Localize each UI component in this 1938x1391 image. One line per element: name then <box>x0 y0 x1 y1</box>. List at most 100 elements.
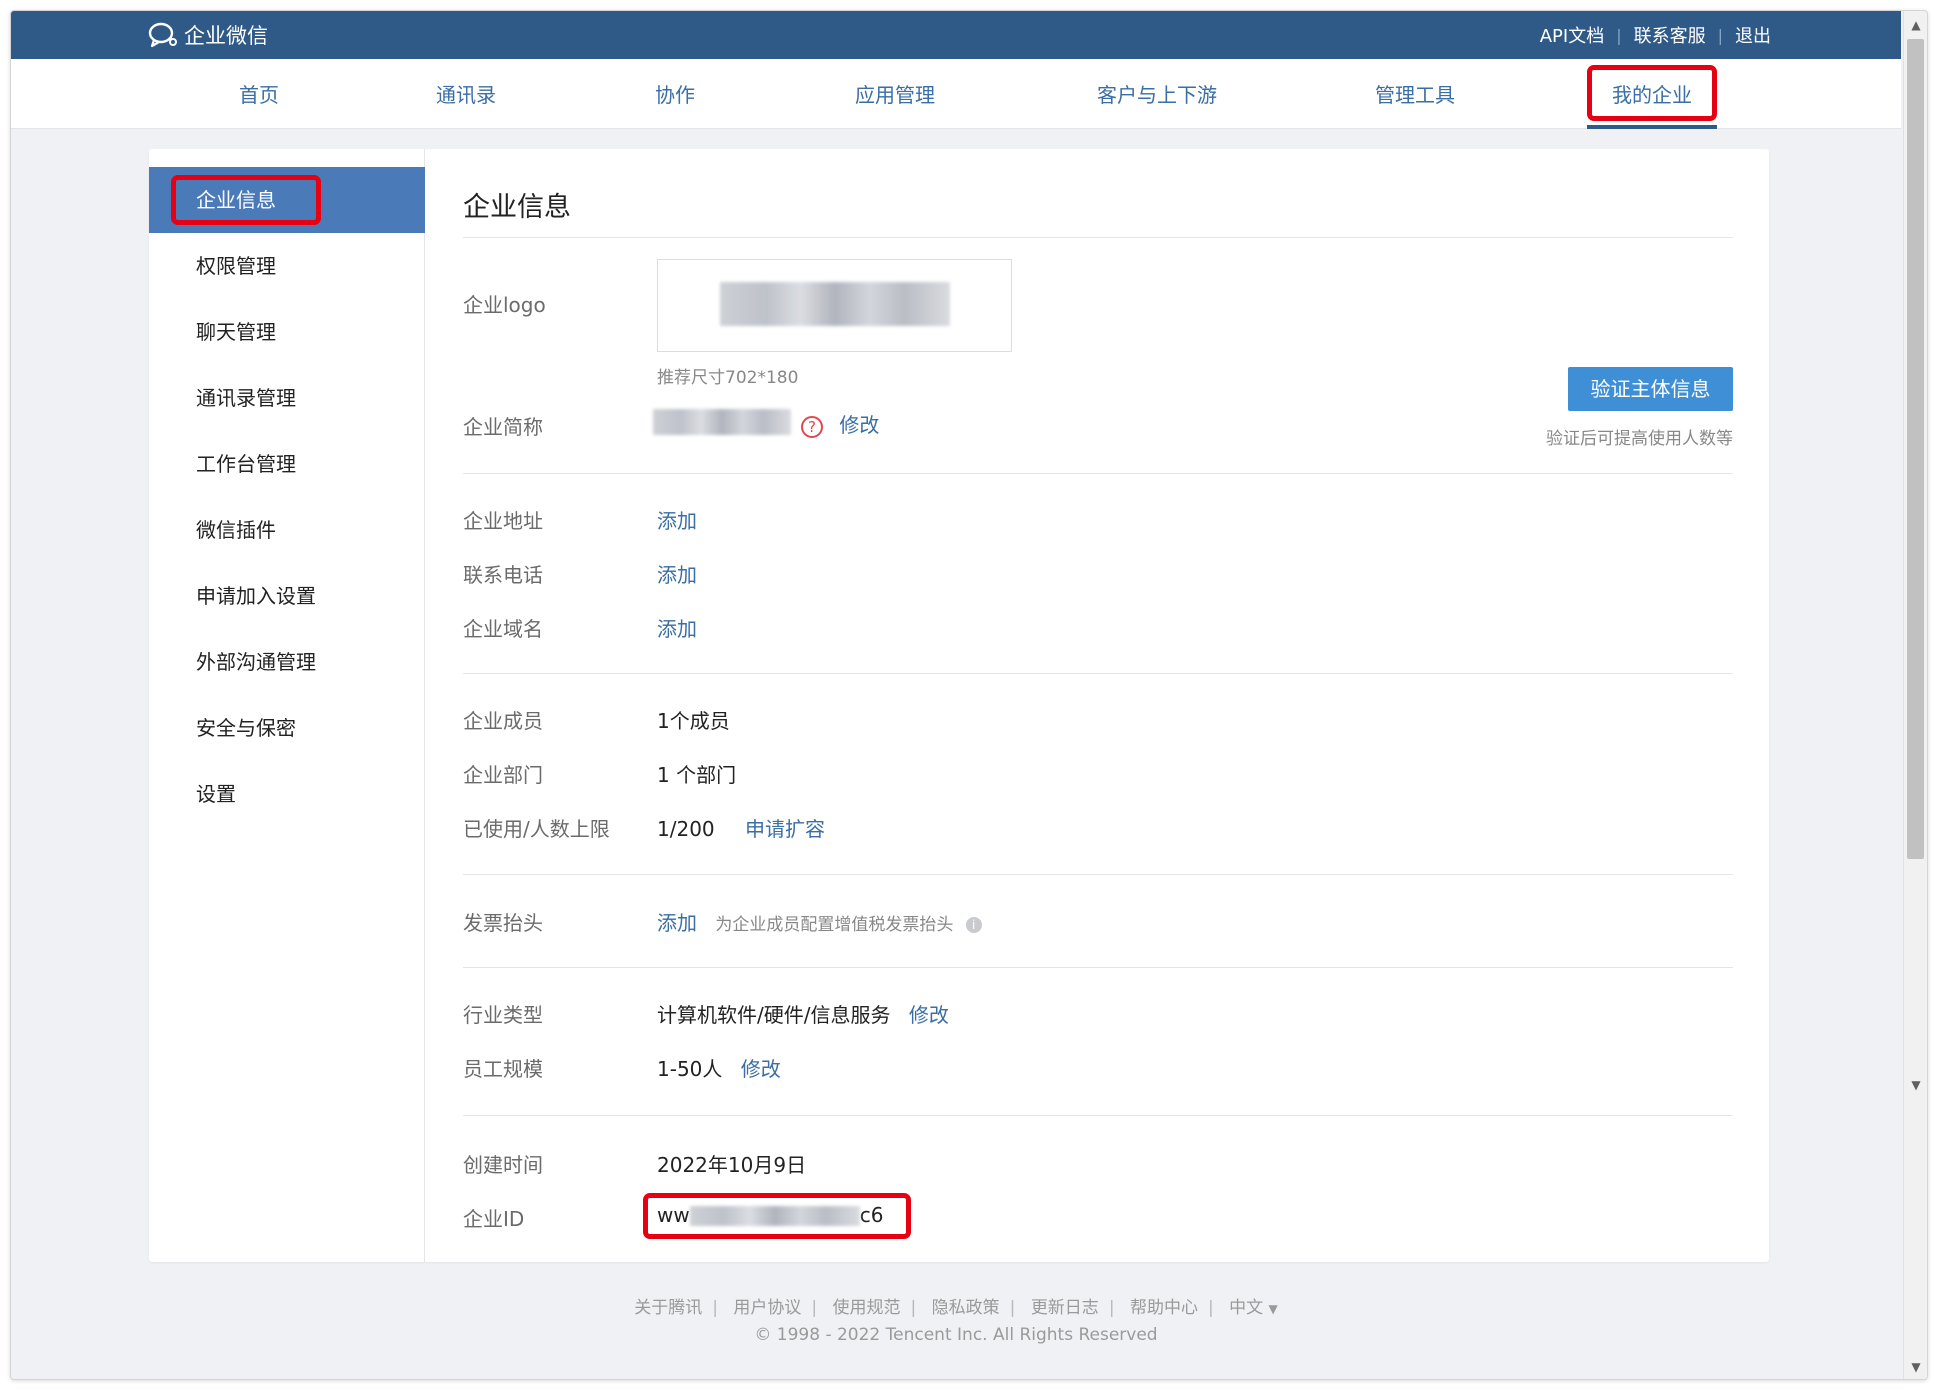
brand-logo[interactable]: 企业微信 <box>148 21 268 49</box>
add-address-link[interactable]: 添加 <box>657 505 697 534</box>
corp-id-value[interactable]: ww c6 <box>657 1203 883 1227</box>
industry-label: 行业类型 <box>463 1003 543 1027</box>
language-selector[interactable]: 中文 ▼ <box>1229 1298 1278 1318</box>
members-value: 1个成员 <box>657 709 730 733</box>
nav-management-tools[interactable]: 管理工具 <box>1365 59 1465 129</box>
logo-size-hint: 推荐尺寸702*180 <box>657 368 799 388</box>
members-label: 企业成员 <box>463 709 543 733</box>
sidebar: 企业信息 权限管理 聊天管理 通讯录管理 工作台管理 微信插件 申请加入设置 外… <box>149 149 425 1262</box>
blurred-logo <box>720 282 950 326</box>
edit-scale-link[interactable]: 修改 <box>741 1057 781 1081</box>
top-links: API文档 | 联系客服 | 退出 <box>1540 11 1771 59</box>
departments-label: 企业部门 <box>463 763 543 787</box>
usage-value: 1/200 <box>657 817 715 841</box>
sidebar-item-join-settings[interactable]: 申请加入设置 <box>149 563 425 629</box>
corp-id-prefix: ww <box>657 1203 690 1227</box>
nav-my-enterprise[interactable]: 我的企业 <box>1587 59 1717 129</box>
page-title: 企业信息 <box>463 192 571 223</box>
sidebar-item-wechat-plugin[interactable]: 微信插件 <box>149 497 425 563</box>
short-name-actions: ? 修改 <box>801 409 879 438</box>
scale-value: 1-50人 <box>657 1057 723 1081</box>
divider <box>463 237 1733 238</box>
scroll-bottom-arrow-icon[interactable]: ▼ <box>1904 1355 1927 1379</box>
info-icon[interactable]: i <box>965 916 982 933</box>
usage-row: 1/200 申请扩容 <box>657 813 825 842</box>
created-value: 2022年10月9日 <box>657 1153 807 1177</box>
sidebar-item-external-communication[interactable]: 外部沟通管理 <box>149 629 425 695</box>
departments-value: 1 个部门 <box>657 763 737 787</box>
corp-id-masked <box>689 1204 860 1226</box>
logo-label: 企业logo <box>463 293 546 317</box>
blurred-short-name <box>653 409 791 435</box>
verify-note: 验证后可提高使用人数等 <box>1546 429 1733 449</box>
short-name-value <box>653 407 793 437</box>
scrollbar-thumb[interactable] <box>1907 39 1924 859</box>
invoice-label: 发票抬头 <box>463 911 543 935</box>
footer-link-help[interactable]: 帮助中心 <box>1130 1298 1198 1318</box>
footer-link-about[interactable]: 关于腾讯 <box>634 1298 702 1318</box>
created-label: 创建时间 <box>463 1153 543 1177</box>
domain-label: 企业域名 <box>463 617 543 641</box>
divider <box>463 967 1733 968</box>
scale-row: 1-50人 修改 <box>657 1053 781 1082</box>
nav-home[interactable]: 首页 <box>229 59 289 129</box>
sidebar-item-security[interactable]: 安全与保密 <box>149 695 425 761</box>
verify-entity-button[interactable]: 验证主体信息 <box>1568 367 1733 411</box>
sidebar-item-enterprise-info[interactable]: 企业信息 <box>149 167 425 233</box>
enterprise-logo-image[interactable] <box>657 259 1012 352</box>
footer-link-changelog[interactable]: 更新日志 <box>1031 1298 1099 1318</box>
language-label: 中文 <box>1229 1298 1264 1318</box>
nav-my-enterprise-label: 我的企业 <box>1612 83 1692 107</box>
separator: | <box>1717 25 1723 45</box>
main-nav: 首页 通讯录 协作 应用管理 客户与上下游 管理工具 我的企业 <box>11 59 1901 129</box>
scroll-up-arrow-icon[interactable]: ▲ <box>1904 13 1927 37</box>
add-phone-link[interactable]: 添加 <box>657 559 697 588</box>
api-docs-link[interactable]: API文档 <box>1540 22 1604 48</box>
caret-down-icon: ▼ <box>1268 1302 1278 1316</box>
add-invoice-link[interactable]: 添加 <box>657 911 697 935</box>
short-name-label: 企业简称 <box>463 415 543 439</box>
divider <box>463 473 1733 474</box>
industry-value: 计算机软件/硬件/信息服务 <box>657 1003 891 1027</box>
scroll-down-arrow-icon[interactable]: ▼ <box>1904 1073 1927 1097</box>
nav-app-management[interactable]: 应用管理 <box>845 59 945 129</box>
industry-row: 计算机软件/硬件/信息服务 修改 <box>657 999 949 1028</box>
help-question-icon[interactable]: ? <box>801 415 823 438</box>
vertical-scrollbar[interactable]: ▲ ▼ ▼ <box>1903 11 1927 1379</box>
active-tab-indicator <box>1587 125 1717 129</box>
separator: | <box>1616 25 1622 45</box>
brand-name: 企业微信 <box>184 24 268 48</box>
address-label: 企业地址 <box>463 509 543 533</box>
divider <box>463 874 1733 875</box>
nav-contacts[interactable]: 通讯录 <box>426 59 506 129</box>
blurred-corp-id <box>689 1206 860 1226</box>
contact-support-link[interactable]: 联系客服 <box>1634 22 1706 48</box>
edit-industry-link[interactable]: 修改 <box>909 1003 949 1027</box>
invoice-row: 添加 为企业成员配置增值税发票抬头 i <box>657 907 982 936</box>
scale-label: 员工规模 <box>463 1057 543 1081</box>
edit-short-name-link[interactable]: 修改 <box>839 413 879 437</box>
corp-id-label: 企业ID <box>463 1207 525 1231</box>
sidebar-item-contacts-management[interactable]: 通讯录管理 <box>149 365 425 431</box>
apply-expansion-link[interactable]: 申请扩容 <box>745 817 825 841</box>
footer-links: 关于腾讯 | 用户协议 | 使用规范 | 隐私政策 | 更新日志 | 帮助中心 | 中文 ▼ <box>634 1298 1278 1318</box>
main-panel: 企业信息 权限管理 聊天管理 通讯录管理 工作台管理 微信插件 申请加入设置 外… <box>149 149 1769 1262</box>
browser-window: 企业微信 API文档 | 联系客服 | 退出 首页 通讯录 协作 应用管理 客户… <box>10 10 1928 1380</box>
top-bar: 企业微信 API文档 | 联系客服 | 退出 <box>11 11 1901 59</box>
logout-link[interactable]: 退出 <box>1735 22 1771 48</box>
footer-link-usage-rules[interactable]: 使用规范 <box>833 1298 901 1318</box>
sidebar-item-workbench-management[interactable]: 工作台管理 <box>149 431 425 497</box>
nav-customers[interactable]: 客户与上下游 <box>1087 59 1227 129</box>
footer-link-privacy[interactable]: 隐私政策 <box>932 1298 1000 1318</box>
footer-link-user-agreement[interactable]: 用户协议 <box>733 1298 801 1318</box>
usage-label: 已使用/人数上限 <box>463 817 610 841</box>
sidebar-item-permissions[interactable]: 权限管理 <box>149 233 425 299</box>
invoice-description: 为企业成员配置增值税发票抬头 <box>715 915 954 935</box>
sidebar-item-chat-management[interactable]: 聊天管理 <box>149 299 425 365</box>
copyright: © 1998 - 2022 Tencent Inc. All Rights Re… <box>754 1325 1158 1345</box>
divider <box>463 1115 1733 1116</box>
sidebar-item-settings[interactable]: 设置 <box>149 761 425 827</box>
add-domain-link[interactable]: 添加 <box>657 613 697 642</box>
nav-collaboration[interactable]: 协作 <box>645 59 705 129</box>
phone-label: 联系电话 <box>463 563 543 587</box>
